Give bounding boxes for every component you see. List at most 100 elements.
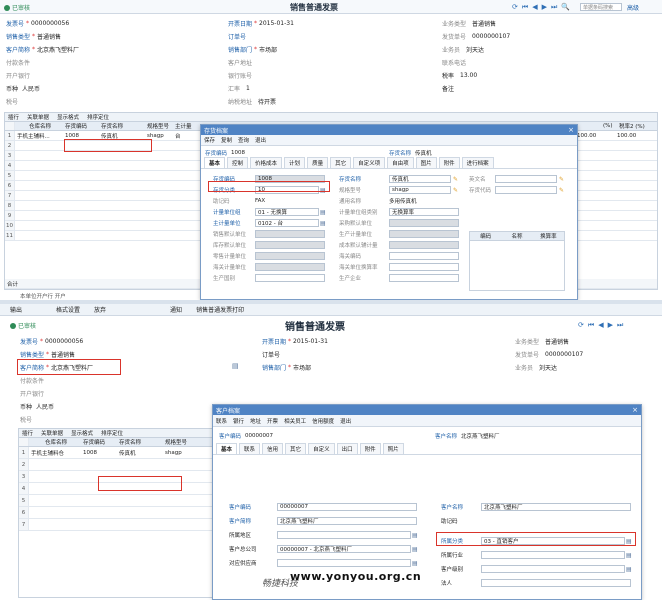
table-row[interactable]: 1 手机主辅料仓 1008 传真机 shagp: [19, 447, 217, 459]
reference-icon[interactable]: ▤: [412, 532, 418, 539]
header-tax-addr: 纳税地址 待开票: [228, 98, 277, 106]
grid-tab-sort[interactable]: 排序定位: [101, 429, 123, 437]
print-template-select[interactable]: 销售普通发票打印: [196, 305, 244, 314]
reference-icon[interactable]: ▤: [412, 560, 418, 567]
inv-retailunit-field: 零售计量单位: [213, 252, 325, 260]
inv-company-field: 生产企业: [339, 274, 459, 282]
top-title-bar: 已审核 销售普通发票 ⟳ ⏮ ◀ ▶ ⏭ 🔍 单据条码搜索 高级: [0, 0, 662, 14]
edit-icon[interactable]: ✎: [559, 187, 564, 194]
tab-plan[interactable]: 计划: [284, 157, 306, 168]
reference-icon[interactable]: ▤: [320, 220, 326, 227]
exit-button[interactable]: 退出: [255, 136, 266, 144]
top-invoice-panel: 已审核 销售普通发票 ⟳ ⏮ ◀ ▶ ⏭ 🔍 单据条码搜索 高级 发票号 * 000…: [0, 0, 662, 300]
header-addr: 客户地址: [228, 59, 253, 67]
inv-customs2-field: 海关计量单位: [213, 263, 325, 271]
search-input[interactable]: 单据条码搜索: [580, 3, 622, 11]
cust-parent-field: 客户总公司 00000007 - 北京燕飞塑料厂 ▤: [229, 545, 418, 553]
inv-buyunit-field: 采购默认单位: [339, 219, 459, 227]
staff-button[interactable]: 相关员工: [284, 417, 306, 425]
reference-icon[interactable]: ▤: [412, 546, 418, 553]
grid-tab-related[interactable]: 关联单据: [27, 113, 49, 121]
prev-record-icon[interactable]: ◀: [598, 321, 603, 330]
tab-control[interactable]: 控制: [227, 157, 249, 168]
tab-other[interactable]: 其它: [330, 157, 352, 168]
save-button[interactable]: 保存: [204, 136, 215, 144]
table-row[interactable]: 6: [19, 507, 217, 519]
tab-custom[interactable]: 自定义: [308, 443, 335, 454]
table-row[interactable]: 7: [19, 519, 217, 531]
credit-button[interactable]: 信用额度: [312, 417, 334, 425]
next-record-icon[interactable]: ▶: [608, 321, 613, 330]
cust-name-field: 客户名称 北京燕飞塑料厂: [441, 503, 631, 511]
tab-other[interactable]: 其它: [285, 443, 307, 454]
refresh-icon[interactable]: ⟳: [512, 3, 518, 12]
cust-mnemonic-field: 助记码: [441, 519, 458, 525]
contact-button[interactable]: 联系: [216, 417, 227, 425]
tab-basic[interactable]: 基本: [216, 443, 238, 454]
b-header-currency: 币种 人民币: [20, 403, 55, 411]
customer-ref-icon[interactable]: ▤: [232, 362, 239, 370]
last-record-icon[interactable]: ⏭: [617, 321, 623, 330]
b-header-sale-type: 销售类型 * 普通销售: [20, 350, 76, 359]
edit-icon[interactable]: ✎: [453, 187, 458, 194]
first-record-icon[interactable]: ⏮: [522, 3, 528, 12]
tab-price[interactable]: 价格成本: [250, 157, 283, 168]
tab-custom[interactable]: 自定义项: [353, 157, 386, 168]
close-icon[interactable]: ×: [632, 406, 638, 414]
bottom-invoice-panel: 输出 格式设置 放弃 通知 销售普通发票打印 已审核 销售普通发票 ⟳ ⏮ ◀ …: [0, 304, 662, 600]
close-icon[interactable]: ×: [568, 126, 574, 134]
tab-photo[interactable]: 照片: [382, 443, 404, 454]
header-biz-type: 业务类型 普通销售: [442, 20, 497, 28]
tab-free[interactable]: 自由项: [387, 157, 414, 168]
reference-icon[interactable]: ▤: [626, 566, 632, 573]
tab-credit[interactable]: 信用: [262, 443, 284, 454]
table-row[interactable]: 5: [19, 495, 217, 507]
prev-record-icon[interactable]: ◀: [532, 3, 537, 12]
tab-archive[interactable]: 进行档案: [461, 157, 494, 168]
tab-quality[interactable]: 质量: [307, 157, 329, 168]
tab-basic[interactable]: 基本: [204, 157, 226, 168]
search-icon[interactable]: 🔍: [561, 3, 570, 12]
table-row[interactable]: 2: [19, 459, 217, 471]
bank-button[interactable]: 银行: [233, 417, 244, 425]
dlg-code-label: 存货编码 1008: [205, 150, 246, 157]
header-dispatch: 发货单号 0000000107: [442, 32, 511, 41]
notify-button[interactable]: 通知: [170, 305, 182, 314]
exit-button[interactable]: 退出: [340, 417, 351, 425]
next-record-icon[interactable]: ▶: [542, 3, 547, 12]
grid-tab-insert[interactable]: 插行: [8, 113, 19, 121]
refresh-icon[interactable]: ⟳: [578, 321, 584, 330]
highlight-customer-field: [17, 359, 121, 375]
col-name: 存货名称: [101, 124, 124, 130]
header-pay: 付款条件: [6, 59, 31, 67]
first-record-icon[interactable]: ⏮: [588, 321, 594, 330]
tab-image[interactable]: 图片: [415, 157, 437, 168]
col-name: 存货名称: [119, 440, 142, 446]
tab-export[interactable]: 出口: [336, 443, 358, 454]
grid-tab-insert[interactable]: 插行: [22, 429, 33, 437]
tab-contact[interactable]: 联系: [239, 443, 261, 454]
output-button[interactable]: 输出: [10, 305, 22, 314]
reference-icon[interactable]: ▤: [320, 209, 326, 216]
edit-icon[interactable]: ✎: [559, 176, 564, 183]
format-button[interactable]: 格式设置: [56, 305, 80, 314]
dialog-tabs: 基本 控制 价格成本 计划 质量 其它 自定义项 自由项 图片 附件 进行档案: [201, 157, 577, 169]
cust-short-field: 客户简称 北京燕飞塑料厂: [229, 517, 417, 525]
reference-icon[interactable]: ▤: [626, 552, 632, 559]
tab-attach[interactable]: 附件: [438, 157, 460, 168]
edit-icon[interactable]: ✎: [453, 176, 458, 183]
grid-tab-format[interactable]: 显示格式: [71, 429, 93, 437]
invoice-button[interactable]: 开票: [267, 417, 278, 425]
header-dept: 销售部门 * 市场部: [228, 45, 278, 54]
grid-tab-format[interactable]: 显示格式: [57, 113, 79, 121]
query-button[interactable]: 查询: [238, 136, 249, 144]
copy-button[interactable]: 复制: [221, 136, 232, 144]
grid-tab-sort[interactable]: 排序定位: [87, 113, 109, 121]
discard-button[interactable]: 放弃: [94, 305, 106, 314]
grid-tab-related[interactable]: 关联单据: [41, 429, 63, 437]
advanced-search-link[interactable]: 高级: [627, 3, 639, 12]
bottom-record-nav: ⟳ ⏮ ◀ ▶ ⏭: [578, 321, 623, 330]
address-button[interactable]: 地址: [250, 417, 261, 425]
tab-attach[interactable]: 附件: [359, 443, 381, 454]
last-record-icon[interactable]: ⏭: [551, 3, 557, 12]
